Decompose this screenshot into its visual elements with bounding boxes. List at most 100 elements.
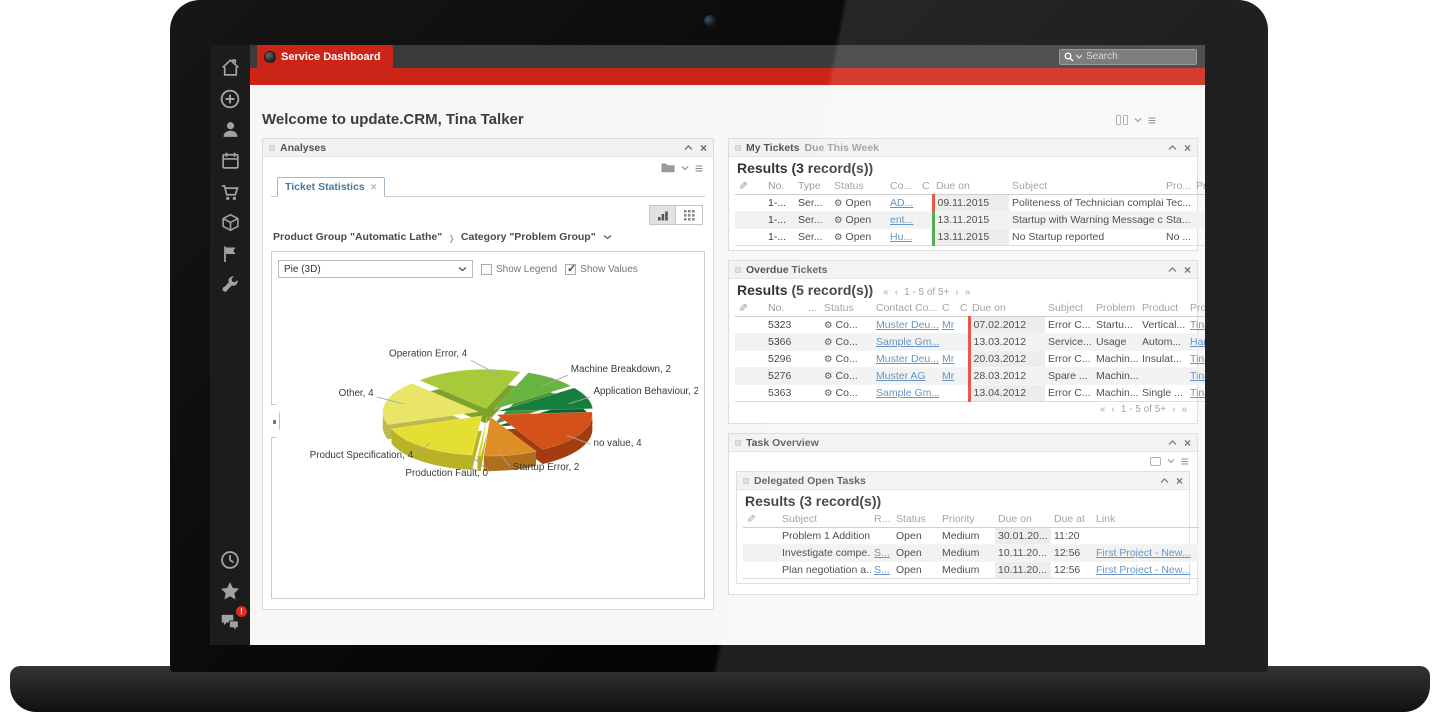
- drag-grip-icon[interactable]: [735, 145, 741, 151]
- record-link[interactable]: Tina Ta...: [1190, 353, 1205, 365]
- record-link[interactable]: S...: [874, 547, 890, 559]
- record-link[interactable]: Tina Ta...: [1190, 319, 1205, 331]
- column-header[interactable]: Subject: [779, 510, 871, 528]
- record-link[interactable]: Muster Deu...: [876, 319, 939, 331]
- chevron-down-icon[interactable]: [681, 165, 689, 171]
- first-page-button[interactable]: «: [883, 287, 889, 298]
- sidebar-item-products-cube-icon[interactable]: [217, 210, 243, 236]
- drag-grip-icon[interactable]: [269, 145, 275, 151]
- table-row[interactable]: 1-...Ser...OpenHu...13.11.2015No Startup…: [735, 229, 1205, 246]
- first-page-button[interactable]: «: [1100, 404, 1106, 415]
- column-header[interactable]: Product: [1139, 299, 1187, 317]
- record-link[interactable]: AD...: [890, 197, 913, 209]
- close-tab-icon[interactable]: [371, 182, 377, 193]
- record-link[interactable]: Harry ...: [1190, 336, 1205, 348]
- close-icon[interactable]: [1184, 143, 1191, 153]
- sidebar-item-contacts-person-icon[interactable]: [217, 117, 243, 143]
- column-header[interactable]: No.: [765, 177, 795, 195]
- edit-pencil-icon[interactable]: [746, 513, 755, 525]
- task-overview-header[interactable]: Task Overview: [729, 434, 1197, 452]
- column-header[interactable]: Pro...: [1193, 177, 1205, 195]
- record-link[interactable]: Tina Ta...: [1190, 387, 1205, 399]
- folder-icon[interactable]: [661, 162, 675, 173]
- chevron-down-icon[interactable]: [1167, 458, 1175, 464]
- drag-grip-icon[interactable]: [743, 478, 749, 484]
- record-link[interactable]: First Project - New...: [1096, 547, 1191, 559]
- last-page-button[interactable]: »: [965, 287, 971, 298]
- breadcrumb-item[interactable]: Product Group "Automatic Lathe": [273, 231, 442, 243]
- search-input[interactable]: [1084, 50, 1192, 63]
- chevron-down-icon[interactable]: [603, 234, 612, 240]
- table-row[interactable]: Problem 1 Addition...OpenMedium30.01.20.…: [743, 528, 1199, 545]
- collapse-icon[interactable]: [1168, 267, 1177, 273]
- sidebar-item-home-icon[interactable]: [217, 55, 243, 81]
- drag-grip-icon[interactable]: [735, 440, 741, 446]
- record-link[interactable]: Hu...: [890, 231, 912, 243]
- next-page-button[interactable]: ›: [955, 287, 958, 298]
- collapse-icon[interactable]: [1160, 478, 1169, 484]
- collapse-icon[interactable]: [1168, 145, 1177, 151]
- collapse-icon[interactable]: [1168, 440, 1177, 446]
- single-column-layout-icon[interactable]: [1150, 457, 1161, 466]
- overdue-tickets-header[interactable]: Overdue Tickets: [729, 261, 1197, 279]
- column-header[interactable]: Co...: [887, 177, 919, 195]
- sidebar-item-add-circle-icon[interactable]: [217, 86, 243, 112]
- column-header[interactable]: Type: [795, 177, 831, 195]
- close-icon[interactable]: [1184, 265, 1191, 275]
- chevron-down-icon[interactable]: [1134, 117, 1142, 123]
- last-page-button[interactable]: »: [1181, 404, 1187, 415]
- record-link[interactable]: Sample Gm...: [876, 387, 939, 399]
- breadcrumb-item[interactable]: Category "Problem Group": [461, 231, 596, 243]
- table-row[interactable]: 5323Co...Muster Deu...Mr07.02.2012Error …: [735, 317, 1205, 334]
- edit-pencil-icon[interactable]: [738, 302, 747, 314]
- prev-page-button[interactable]: ‹: [895, 287, 898, 298]
- column-header[interactable]: Status: [821, 299, 873, 317]
- grid-view-button[interactable]: [676, 205, 703, 225]
- record-link[interactable]: Sample Gm...: [876, 336, 939, 348]
- column-header[interactable]: Problem: [1093, 299, 1139, 317]
- prev-page-button[interactable]: ‹: [1111, 404, 1114, 415]
- search-box[interactable]: [1059, 49, 1197, 65]
- table-row[interactable]: 5363Co...Sample Gm...13.04.2012Error C..…: [735, 385, 1205, 402]
- table-row[interactable]: 1-...Ser...OpenAD...09.11.2015Politeness…: [735, 195, 1205, 212]
- record-link[interactable]: Mr: [942, 353, 954, 365]
- edit-pencil-icon[interactable]: [738, 180, 747, 192]
- menu-icon[interactable]: [1148, 115, 1156, 125]
- record-link[interactable]: ent...: [890, 214, 913, 226]
- record-link[interactable]: Mr: [942, 319, 954, 331]
- show-legend-checkbox[interactable]: [481, 264, 492, 275]
- column-header[interactable]: Due on: [995, 510, 1051, 528]
- record-link[interactable]: Muster AG: [876, 370, 926, 382]
- sidebar-item-flag-icon[interactable]: [217, 241, 243, 267]
- chart-type-select[interactable]: Pie (3D): [278, 260, 473, 278]
- column-header[interactable]: ...: [805, 299, 821, 317]
- sidebar-item-calendar-icon[interactable]: [217, 148, 243, 174]
- delegated-tasks-header[interactable]: Delegated Open Tasks: [737, 472, 1189, 490]
- sidebar-item-favorites-star-icon[interactable]: [217, 578, 243, 604]
- menu-icon[interactable]: [695, 163, 703, 173]
- record-link[interactable]: Mr: [942, 370, 954, 382]
- record-link[interactable]: First Project - New...: [1096, 564, 1191, 576]
- column-header[interactable]: Due on: [933, 177, 1009, 195]
- column-header[interactable]: Link: [1093, 510, 1199, 528]
- show-values-checkbox[interactable]: [565, 264, 576, 275]
- column-header[interactable]: Subject: [1045, 299, 1093, 317]
- sidebar-item-history-clock-icon[interactable]: [217, 547, 243, 573]
- record-link[interactable]: S...: [874, 564, 890, 576]
- column-header[interactable]: C: [919, 177, 933, 195]
- collapse-icon[interactable]: [684, 145, 693, 151]
- table-row[interactable]: Plan negotiation a...S...OpenMedium10.11…: [743, 562, 1199, 579]
- record-link[interactable]: Tina Ta...: [1190, 370, 1205, 382]
- menu-icon[interactable]: [1181, 456, 1189, 466]
- column-header[interactable]: R...: [871, 510, 893, 528]
- column-header[interactable]: Contact Co...: [873, 299, 939, 317]
- table-row[interactable]: 5366Co...Sample Gm...13.03.2012Service..…: [735, 334, 1205, 351]
- record-link[interactable]: Muster Deu...: [876, 353, 939, 365]
- close-icon[interactable]: [700, 143, 707, 153]
- sidebar-item-cart-icon[interactable]: [217, 179, 243, 205]
- column-header[interactable]: Subject: [1009, 177, 1163, 195]
- column-header[interactable]: Priority: [939, 510, 995, 528]
- column-header[interactable]: Pro...: [1163, 177, 1193, 195]
- column-header[interactable]: Due at: [1051, 510, 1093, 528]
- my-tickets-header[interactable]: My Tickets Due This Week: [729, 139, 1197, 157]
